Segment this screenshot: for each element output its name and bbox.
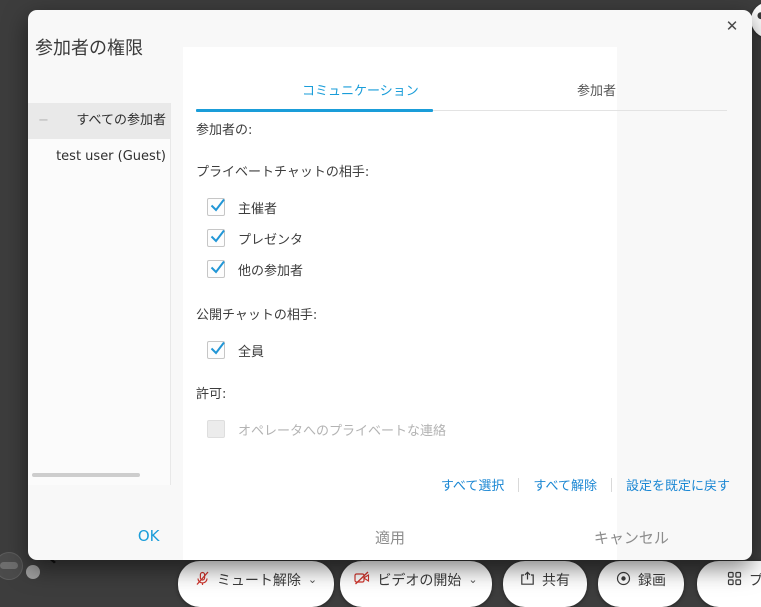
clear-all-link[interactable]: すべて解除 [533, 475, 597, 494]
share-icon [520, 570, 535, 586]
selection-links: すべて選択 すべて解除 設定を既定に戻す [441, 475, 730, 494]
active-tab-underline [196, 109, 433, 112]
record-icon [616, 570, 631, 586]
record-button[interactable]: 録画 [598, 561, 684, 607]
select-all-link[interactable]: すべて選択 [441, 475, 505, 494]
checkbox-checked-icon[interactable] [207, 198, 225, 216]
chevron-down-icon[interactable]: ⌄ [468, 573, 477, 586]
assistant-widget[interactable] [0, 552, 23, 580]
floating-button[interactable]: ●● [751, 2, 761, 38]
apps-label: プレ [749, 570, 761, 590]
assistant-widget-dot [26, 565, 40, 579]
sidebar-item-label: すべての参加者 [76, 113, 166, 128]
checkbox-row-host[interactable]: 主催者 [207, 198, 636, 216]
ok-button[interactable]: OK [28, 527, 269, 548]
participant-of-label: 参加者の: [196, 119, 636, 137]
tab-communication[interactable]: コミュニケーション [302, 80, 419, 99]
private-chat-label: プライベートチャットの相手: [196, 161, 636, 179]
horizontal-scrollbar-thumb[interactable] [32, 473, 140, 477]
checkbox-label: 主催者 [238, 198, 277, 217]
start-video-label: ビデオの開始 [377, 570, 461, 590]
close-icon[interactable]: ✕ [720, 14, 744, 38]
grid-dots-icon: ●● [757, 13, 761, 27]
checkbox-checked-icon[interactable] [207, 260, 225, 278]
sidebar-item-test-user[interactable]: test user (Guest) [28, 139, 170, 175]
checkbox-label: 全員 [238, 341, 264, 360]
communication-tab-content: 参加者の: プライベートチャットの相手: 主催者 プレゼンタ 他の参加者 公開チ… [196, 119, 636, 438]
unmute-label: ミュート解除 [217, 570, 301, 590]
mic-off-icon [195, 570, 210, 586]
divider [611, 478, 612, 492]
checkbox-row-operator-private: オペレータへのプライベートな連絡 [207, 420, 636, 438]
video-off-icon [354, 570, 370, 585]
checkbox-label: 他の参加者 [238, 260, 303, 279]
sidebar-item-all-participants[interactable]: − すべての参加者 [28, 103, 170, 139]
tab-participants[interactable]: 参加者 [577, 80, 616, 99]
public-chat-label: 公開チャットの相手: [196, 304, 636, 322]
allow-label: 許可: [196, 383, 636, 401]
tab-bar: コミュニケーション 参加者 [196, 80, 727, 102]
sidebar-item-label: test user (Guest) [56, 149, 166, 164]
checkbox-row-presenter[interactable]: プレゼンタ [207, 229, 636, 247]
checkbox-label: プレゼンタ [238, 229, 303, 248]
checkbox-disabled-icon [207, 420, 225, 438]
cancel-button[interactable]: キャンセル [511, 527, 752, 548]
checkbox-row-everyone[interactable]: 全員 [207, 341, 636, 359]
apps-button[interactable]: プレ [697, 561, 761, 607]
record-label: 録画 [638, 570, 666, 590]
start-video-button[interactable]: ビデオの開始 ⌄ [340, 561, 492, 607]
collapse-indicator[interactable]: − [38, 103, 49, 139]
checkbox-label: オペレータへのプライベートな連絡 [238, 420, 446, 439]
dialog-footer: OK 適用 キャンセル [28, 527, 752, 548]
participant-privileges-dialog: 参加者の権限 ✕ − すべての参加者 test user (Guest) コミュ… [28, 10, 752, 560]
checkbox-checked-icon[interactable] [207, 229, 225, 247]
unmute-button[interactable]: ミュート解除 ⌄ [178, 561, 334, 607]
participant-list-sidebar: − すべての参加者 test user (Guest) [28, 103, 171, 485]
share-label: 共有 [542, 570, 570, 590]
dialog-title: 参加者の権限 [35, 34, 143, 60]
divider [518, 478, 519, 492]
checkbox-row-other-participants[interactable]: 他の参加者 [207, 260, 636, 278]
chevron-down-icon[interactable]: ⌄ [308, 573, 317, 586]
reset-defaults-link[interactable]: 設定を既定に戻す [626, 475, 730, 494]
checkbox-checked-icon[interactable] [207, 341, 225, 359]
apps-grid-icon [727, 570, 742, 586]
share-button[interactable]: 共有 [503, 561, 587, 607]
apply-button[interactable]: 適用 [269, 527, 510, 548]
